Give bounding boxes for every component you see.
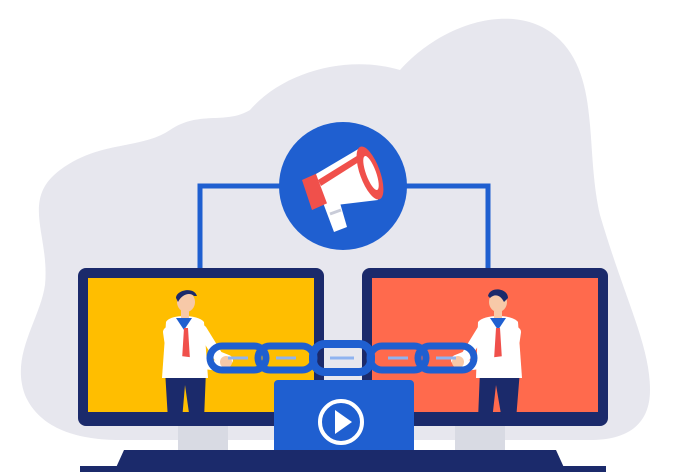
megaphone-badge	[279, 122, 407, 250]
illustration-svg	[20, 18, 650, 472]
right-monitor-stand	[455, 422, 505, 450]
desk-base	[80, 450, 606, 472]
left-monitor-stand	[178, 422, 228, 450]
illustration-canvas	[0, 0, 678, 472]
